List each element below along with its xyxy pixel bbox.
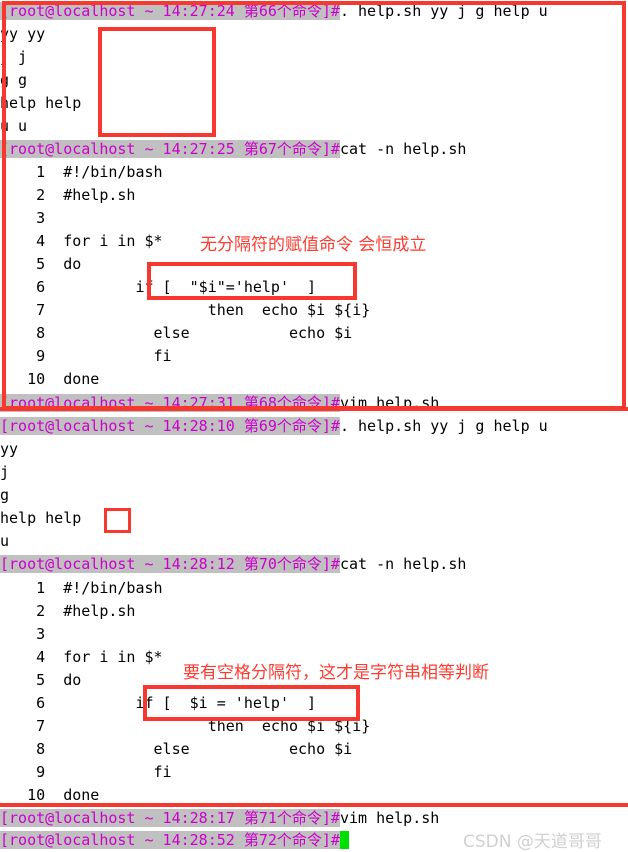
shell-command: cat -n help.sh	[339, 555, 467, 573]
shell-command: . help.sh yy j g help u	[339, 417, 548, 435]
script2-line-4: 4 for i in $*	[0, 648, 163, 666]
shell-command: vim help.sh	[339, 809, 440, 827]
shell-prompt: [root@localhost ~ 14:28:17 第71个命令]#	[0, 809, 340, 827]
annotation-box-help-duplicate	[104, 508, 131, 533]
watermark-csdn: CSDN @天道哥哥	[463, 832, 602, 852]
terminal-output-line: help help	[0, 94, 82, 112]
script2-line-5: 5 do	[0, 671, 82, 689]
script2-line-8: 8 else echo $i	[0, 740, 353, 758]
terminal-output-line: j	[0, 463, 10, 481]
script1-line-4: 4 for i in $*	[0, 232, 163, 250]
script1-line-1: 1 #!/bin/bash	[0, 163, 163, 181]
script1-line-9: 9 fi	[0, 347, 172, 365]
script2-line-1: 1 #!/bin/bash	[0, 579, 163, 597]
shell-prompt: [root@localhost ~ 14:27:24 第66个命令]#	[0, 2, 340, 20]
terminal-line-prompt-72: [root@localhost ~ 14:28:52 第72个命令]#	[0, 829, 349, 852]
terminal-line-prompt-68: [root@localhost ~ 14:27:31 第68个命令]#vim h…	[0, 392, 439, 415]
terminal-line-prompt-71: [root@localhost ~ 14:28:17 第71个命令]#vim h…	[0, 807, 439, 830]
script1-line-2: 2 #help.sh	[0, 186, 136, 204]
script1-line-3: 3	[0, 209, 46, 227]
terminal-line-prompt-67: [root@localhost ~ 14:27:25 第67个命令]#cat -…	[0, 138, 466, 161]
annotation-note-space-separator: 要有空格分隔符，这才是字符串相等判断	[183, 663, 489, 683]
terminal-output-line: j j	[0, 48, 28, 66]
terminal-output-line: help help	[0, 509, 82, 527]
terminal-line-prompt-70: [root@localhost ~ 14:28:12 第70个命令]#cat -…	[0, 553, 466, 576]
shell-command: . help.sh yy j g help u	[339, 2, 548, 20]
script1-line-5: 5 do	[0, 255, 82, 273]
script2-line-3: 3	[0, 625, 46, 643]
annotation-divider-top	[0, 407, 628, 411]
script2-line-6: 6 if [ $i = 'help' ]	[0, 694, 317, 712]
shell-prompt: [root@localhost ~ 14:28:12 第70个命令]#	[0, 555, 340, 573]
terminal-output-line: yy yy	[0, 25, 46, 43]
shell-command: cat -n help.sh	[339, 140, 467, 158]
terminal-output-line: yy	[0, 440, 19, 458]
terminal-output-line: u u	[0, 117, 28, 135]
shell-prompt: [root@localhost ~ 14:28:10 第69个命令]#	[0, 417, 340, 435]
terminal-output-line: g g	[0, 71, 28, 89]
terminal-cursor[interactable]	[339, 831, 349, 849]
script1-line-10: 10 done	[0, 370, 100, 388]
terminal-output-line: u	[0, 532, 10, 550]
annotation-divider-bottom	[0, 803, 628, 807]
shell-prompt: [root@localhost ~ 14:27:25 第67个命令]#	[0, 140, 340, 158]
script2-line-7: 7 then echo $i ${i}	[0, 717, 371, 735]
terminal-screen: [root@localhost ~ 14:27:24 第66个命令]#. hel…	[0, 0, 628, 851]
script2-line-9: 9 fi	[0, 763, 172, 781]
script1-line-7: 7 then echo $i ${i}	[0, 301, 371, 319]
annotation-note-no-separator: 无分隔符的赋值命令 会恒成立	[200, 235, 427, 255]
script1-line-6: 6 if [ "$i"='help' ]	[0, 278, 317, 296]
terminal-line-prompt-69: [root@localhost ~ 14:28:10 第69个命令]#. hel…	[0, 415, 548, 438]
shell-prompt: [root@localhost ~ 14:28:52 第72个命令]#	[0, 831, 340, 849]
script2-line-2: 2 #help.sh	[0, 602, 136, 620]
script1-line-8: 8 else echo $i	[0, 324, 353, 342]
terminal-output-line: g	[0, 486, 10, 504]
terminal-line-prompt-66: [root@localhost ~ 14:27:24 第66个命令]#. hel…	[0, 0, 548, 23]
